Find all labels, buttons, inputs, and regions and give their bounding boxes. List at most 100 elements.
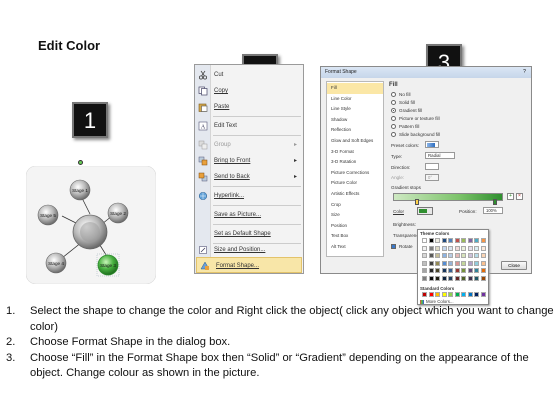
nav-item-text-box[interactable]: Text Box: [327, 231, 383, 242]
color-swatch[interactable]: [422, 238, 427, 243]
color-swatch[interactable]: [448, 275, 453, 281]
nav-item-picture-corrections[interactable]: Picture Corrections: [327, 168, 383, 179]
type-dropdown[interactable]: Radial: [425, 152, 455, 159]
color-swatch[interactable]: [474, 268, 479, 273]
rotate-checkbox[interactable]: [391, 244, 396, 249]
color-swatch[interactable]: [454, 245, 460, 251]
color-swatch[interactable]: [461, 238, 466, 243]
color-swatch[interactable]: [441, 292, 447, 297]
color-swatch[interactable]: [467, 253, 473, 258]
color-swatch[interactable]: [422, 260, 427, 266]
radio-no-fill[interactable]: [391, 92, 396, 97]
menu-item-send-to-back[interactable]: Send to Back ▸: [195, 169, 303, 185]
color-swatch[interactable]: [480, 238, 486, 243]
color-swatch[interactable]: [480, 245, 486, 251]
color-swatch[interactable]: [480, 260, 486, 266]
color-swatch[interactable]: [428, 260, 434, 266]
color-swatch[interactable]: [422, 253, 427, 258]
color-swatch[interactable]: [467, 275, 473, 281]
color-swatch[interactable]: [448, 268, 453, 273]
radio-pattern-fill[interactable]: [391, 124, 396, 129]
color-swatch[interactable]: [448, 245, 453, 251]
color-swatch[interactable]: [422, 292, 427, 297]
nav-item-position[interactable]: Position: [327, 221, 383, 232]
color-dropdown[interactable]: [417, 207, 433, 215]
color-swatch[interactable]: [422, 245, 427, 251]
color-swatch[interactable]: [435, 268, 440, 273]
color-swatch[interactable]: [467, 292, 473, 297]
gradient-stop-handle[interactable]: [493, 199, 497, 205]
close-button[interactable]: Close: [501, 261, 527, 270]
color-swatch[interactable]: [461, 260, 466, 266]
rotation-handle[interactable]: [78, 160, 83, 165]
color-swatch[interactable]: [461, 268, 466, 273]
color-swatch[interactable]: [422, 268, 427, 273]
nav-item-artistic-effects[interactable]: Artistic Effects: [327, 189, 383, 200]
angle-field[interactable]: 0°: [425, 174, 439, 181]
nav-item-shadow[interactable]: Shadow: [327, 115, 383, 126]
color-swatch[interactable]: [435, 275, 440, 281]
color-swatch[interactable]: [428, 245, 434, 251]
direction-dropdown[interactable]: [425, 163, 439, 170]
preset-colors-dropdown[interactable]: [425, 141, 439, 148]
color-swatch[interactable]: [474, 238, 479, 243]
nav-item-3d-rotation[interactable]: 3-D Rotation: [327, 157, 383, 168]
color-swatch[interactable]: [428, 292, 434, 297]
color-swatch[interactable]: [461, 253, 466, 258]
radio-solid-fill[interactable]: [391, 100, 396, 105]
nav-item-line-style[interactable]: Line Style: [327, 104, 383, 115]
color-swatch[interactable]: [480, 292, 486, 297]
color-swatch[interactable]: [461, 245, 466, 251]
menu-item-save-as-picture[interactable]: Save as Picture...: [195, 207, 303, 223]
color-swatch[interactable]: [448, 238, 453, 243]
color-swatch[interactable]: [448, 260, 453, 266]
color-swatch[interactable]: [454, 268, 460, 273]
color-swatch[interactable]: [454, 238, 460, 243]
menu-item-paste[interactable]: Paste: [195, 99, 303, 115]
position-field[interactable]: 100%: [483, 207, 503, 214]
color-swatch[interactable]: [467, 260, 473, 266]
color-swatch[interactable]: [454, 275, 460, 281]
color-swatch[interactable]: [428, 238, 434, 243]
color-swatch[interactable]: [467, 268, 473, 273]
nav-item-reflection[interactable]: Reflection: [327, 125, 383, 136]
color-swatch[interactable]: [441, 275, 447, 281]
color-swatch[interactable]: [428, 275, 434, 281]
nav-item-crop[interactable]: Crop: [327, 200, 383, 211]
color-swatch[interactable]: [441, 238, 447, 243]
menu-item-cut[interactable]: Cut: [195, 67, 303, 83]
menu-item-format-shape[interactable]: Format Shape...: [196, 257, 302, 273]
gradient-stop-handle[interactable]: [415, 199, 419, 205]
nav-item-size[interactable]: Size: [327, 210, 383, 221]
color-swatch[interactable]: [441, 245, 447, 251]
menu-item-hyperlink[interactable]: Hyperlink...: [195, 188, 303, 204]
menu-item-set-as-default-shape[interactable]: Set as Default Shape: [195, 226, 303, 242]
color-swatch[interactable]: [474, 245, 479, 251]
color-swatch[interactable]: [480, 275, 486, 281]
add-stop-button[interactable]: +: [507, 193, 514, 200]
color-swatch[interactable]: [435, 292, 440, 297]
color-swatch[interactable]: [474, 260, 479, 266]
color-swatch[interactable]: [461, 292, 466, 297]
color-swatch[interactable]: [422, 275, 427, 281]
color-swatch[interactable]: [448, 292, 453, 297]
color-swatch[interactable]: [435, 245, 440, 251]
nav-item-picture-color[interactable]: Picture Color: [327, 178, 383, 189]
gradient-stop-bar[interactable]: [393, 193, 503, 201]
color-swatch[interactable]: [454, 292, 460, 297]
color-swatch[interactable]: [435, 253, 440, 258]
color-swatch[interactable]: [454, 260, 460, 266]
menu-item-copy[interactable]: Copy: [195, 83, 303, 99]
color-swatch[interactable]: [467, 245, 473, 251]
menu-item-size-and-position[interactable]: Size and Position...: [195, 242, 303, 258]
color-swatch[interactable]: [435, 238, 440, 243]
nav-item-glow[interactable]: Glow and Soft Edges: [327, 136, 383, 147]
color-swatch[interactable]: [448, 253, 453, 258]
color-swatch[interactable]: [461, 275, 466, 281]
color-swatch[interactable]: [428, 268, 434, 273]
color-swatch[interactable]: [441, 253, 447, 258]
color-swatch[interactable]: [428, 253, 434, 258]
menu-item-bring-to-front[interactable]: Bring to Front ▸: [195, 153, 303, 169]
radio-slide-background-fill[interactable]: [391, 132, 396, 137]
color-swatch[interactable]: [454, 253, 460, 258]
